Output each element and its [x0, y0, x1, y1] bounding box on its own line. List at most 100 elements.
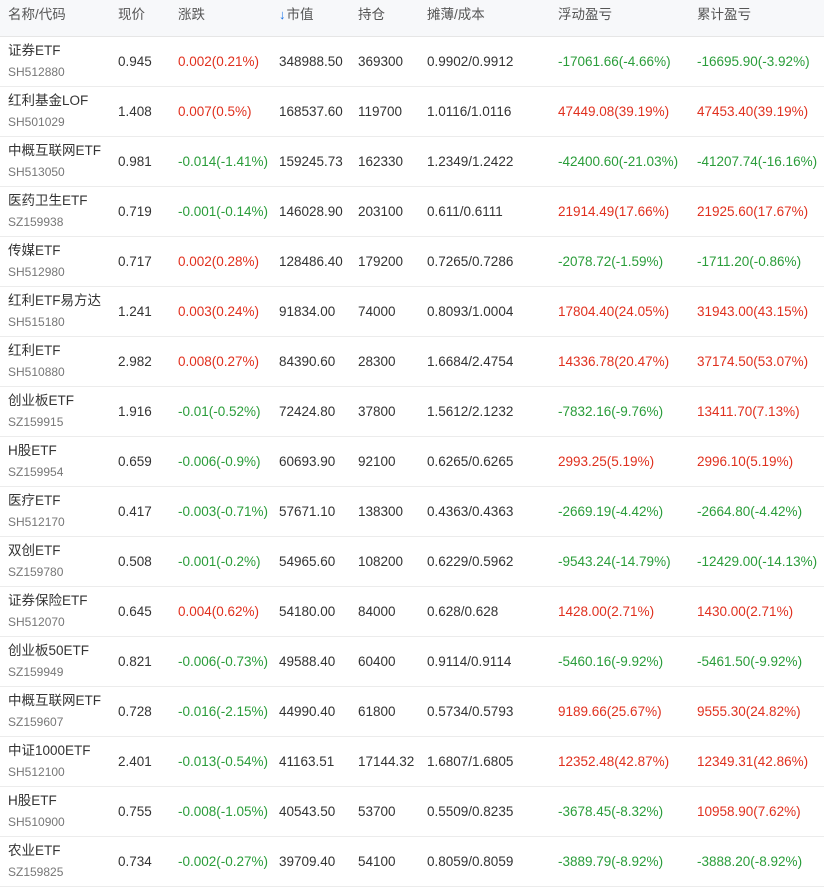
table-row[interactable]: 红利ETF易方达 SH515180 1.241 0.003(0.24%) 91834.0… — [0, 287, 824, 337]
header-market-value[interactable]: ↓市值 — [279, 0, 314, 36]
price-cell: 0.734 — [118, 854, 152, 869]
name-code-cell[interactable]: 创业板ETF SZ159915 — [8, 392, 113, 431]
name-code-cell[interactable]: 医药卫生ETF SZ159938 — [8, 192, 113, 231]
cost-cell: 1.0116/1.0116 — [427, 104, 512, 119]
fund-name: H股ETF — [8, 793, 57, 808]
total-pl-cell: -5461.50(-9.92%) — [697, 654, 803, 669]
fund-name: 创业板50ETF — [8, 643, 90, 658]
header-cost[interactable]: 摊薄/成本 — [427, 0, 485, 36]
table-row[interactable]: 证券保险ETF SH512070 0.645 0.004(0.62%) 54180.00… — [0, 587, 824, 637]
name-code-cell[interactable]: 红利ETF易方达 SH515180 — [8, 292, 113, 331]
header-change[interactable]: 涨跌 — [178, 0, 205, 36]
position-cell: 60400 — [358, 654, 396, 669]
total-pl-cell: -41207.74(-16.16%) — [697, 154, 818, 169]
price-cell: 0.717 — [118, 254, 152, 269]
floating-pl-cell: -17061.66(-4.66%) — [558, 54, 671, 69]
header-floating-pl[interactable]: 浮动盈亏 — [558, 0, 612, 36]
table-row[interactable]: 农业ETF SZ159825 0.734 -0.002(-0.27%) 39709.40… — [0, 837, 824, 887]
name-code-cell[interactable]: H股ETF SZ159954 — [8, 442, 113, 481]
floating-pl-cell: 17804.40(24.05%) — [558, 304, 670, 319]
holdings-table: 名称/代码 现价 涨跌 ↓市值 持仓 摊薄/成本 浮动盈亏 累计盈亏 证券ETF… — [0, 0, 824, 887]
cost-cell: 0.611/0.6111 — [427, 204, 503, 219]
table-row[interactable]: 医疗ETF SH512170 0.417 -0.003(-0.71%) 57671.10… — [0, 487, 824, 537]
table-row[interactable]: 红利基金LOF SH501029 1.408 0.007(0.5%) 168537.60… — [0, 87, 824, 137]
position-cell: 54100 — [358, 854, 396, 869]
cost-cell: 1.2349/1.2422 — [427, 154, 514, 169]
name-code-cell[interactable]: 红利基金LOF SH501029 — [8, 92, 113, 131]
position-cell: 28300 — [358, 354, 396, 369]
name-code-cell[interactable]: 中证1000ETF SH512100 — [8, 742, 113, 781]
table-row[interactable]: 中概互联网ETF SZ159607 0.728 -0.016(-2.15%) 44990… — [0, 687, 824, 737]
cost-cell: 0.6229/0.5962 — [427, 554, 514, 569]
position-cell: 92100 — [358, 454, 396, 469]
floating-pl-cell: -42400.60(-21.03%) — [558, 154, 679, 169]
market-value-cell: 41163.51 — [279, 754, 335, 769]
fund-code: SH501029 — [8, 115, 65, 129]
fund-name: 中证1000ETF — [8, 743, 91, 758]
header-total-pl[interactable]: 累计盈亏 — [697, 0, 751, 36]
table-row[interactable]: 双创ETF SZ159780 0.508 -0.001(-0.2%) 54965.60 1… — [0, 537, 824, 587]
table-row[interactable]: H股ETF SH510900 0.755 -0.008(-1.05%) 40543.50… — [0, 787, 824, 837]
floating-pl-cell: 9189.66(25.67%) — [558, 704, 662, 719]
position-cell: 108200 — [358, 554, 404, 569]
name-code-cell[interactable]: 证券保险ETF SH512070 — [8, 592, 113, 631]
market-value-cell: 168537.60 — [279, 104, 343, 119]
header-market-value-label: 市值 — [286, 7, 314, 22]
market-value-cell: 146028.90 — [279, 204, 343, 219]
total-pl-cell: 1430.00(2.71%) — [697, 604, 794, 619]
price-cell: 1.916 — [118, 404, 152, 419]
name-code-cell[interactable]: 中概互联网ETF SZ159607 — [8, 692, 113, 731]
table-row[interactable]: 创业板ETF SZ159915 1.916 -0.01(-0.52%) 72424.80… — [0, 387, 824, 437]
table-row[interactable]: 中概互联网ETF SH513050 0.981 -0.014(-1.41%) 15924… — [0, 137, 824, 187]
fund-code: SH512100 — [8, 765, 65, 779]
change-cell: -0.013(-0.54%) — [178, 754, 269, 769]
table-row[interactable]: 医药卫生ETF SZ159938 0.719 -0.001(-0.14%) 146028… — [0, 187, 824, 237]
fund-name: 证券ETF — [8, 43, 61, 58]
market-value-cell: 40543.50 — [279, 804, 336, 819]
name-code-cell[interactable]: 红利ETF SH510880 — [8, 342, 113, 381]
fund-code: SZ159607 — [8, 715, 64, 729]
cost-cell: 0.9902/0.9912 — [427, 54, 514, 69]
fund-code: SH513050 — [8, 165, 65, 179]
fund-name: H股ETF — [8, 443, 57, 458]
floating-pl-cell: -3678.45(-8.32%) — [558, 804, 664, 819]
name-code-cell[interactable]: 农业ETF SZ159825 — [8, 842, 113, 881]
total-pl-cell: 2996.10(5.19%) — [697, 454, 794, 469]
total-pl-cell: 37174.50(53.07%) — [697, 354, 809, 369]
fund-name: 红利ETF — [8, 343, 61, 358]
header-position[interactable]: 持仓 — [358, 0, 385, 36]
table-row[interactable]: 创业板50ETF SZ159949 0.821 -0.006(-0.73%) 49588… — [0, 637, 824, 687]
table-row[interactable]: 红利ETF SH510880 2.982 0.008(0.27%) 84390.60 28… — [0, 337, 824, 387]
table-row[interactable]: H股ETF SZ159954 0.659 -0.006(-0.9%) 60693.90 9… — [0, 437, 824, 487]
total-pl-cell: 47453.40(39.19%) — [697, 104, 809, 119]
floating-pl-cell: 2993.25(5.19%) — [558, 454, 655, 469]
name-code-cell[interactable]: 医疗ETF SH512170 — [8, 492, 113, 531]
table-row[interactable]: 中证1000ETF SH512100 2.401 -0.013(-0.54%) 4116… — [0, 737, 824, 787]
position-cell: 203100 — [358, 204, 404, 219]
total-pl-cell: -1711.20(-0.86%) — [697, 254, 802, 269]
table-row[interactable]: 证券ETF SH512880 0.945 0.002(0.21%) 348988.50 3… — [0, 37, 824, 87]
total-pl-cell: 12349.31(42.86%) — [697, 754, 809, 769]
name-code-cell[interactable]: 中概互联网ETF SH513050 — [8, 142, 113, 181]
market-value-cell: 91834.00 — [279, 304, 336, 319]
position-cell: 119700 — [358, 104, 403, 119]
name-code-cell[interactable]: 双创ETF SZ159780 — [8, 542, 113, 581]
header-price[interactable]: 现价 — [118, 0, 145, 36]
change-cell: 0.003(0.24%) — [178, 304, 260, 319]
name-code-cell[interactable]: 证券ETF SH512880 — [8, 42, 113, 81]
fund-name: 传媒ETF — [8, 243, 61, 258]
fund-code: SH512170 — [8, 515, 65, 529]
name-code-cell[interactable]: 创业板50ETF SZ159949 — [8, 642, 113, 681]
header-name-code[interactable]: 名称/代码 — [8, 0, 66, 36]
market-value-cell: 159245.73 — [279, 154, 343, 169]
price-cell: 0.508 — [118, 554, 152, 569]
name-code-cell[interactable]: 传媒ETF SH512980 — [8, 242, 113, 281]
floating-pl-cell: 14336.78(20.47%) — [558, 354, 670, 369]
position-cell: 138300 — [358, 504, 404, 519]
total-pl-cell: -3888.20(-8.92%) — [697, 854, 803, 869]
price-cell: 0.821 — [118, 654, 152, 669]
name-code-cell[interactable]: H股ETF SH510900 — [8, 792, 113, 831]
table-row[interactable]: 传媒ETF SH512980 0.717 0.002(0.28%) 128486.40 1… — [0, 237, 824, 287]
change-cell: -0.008(-1.05%) — [178, 804, 269, 819]
fund-code: SZ159825 — [8, 865, 64, 879]
